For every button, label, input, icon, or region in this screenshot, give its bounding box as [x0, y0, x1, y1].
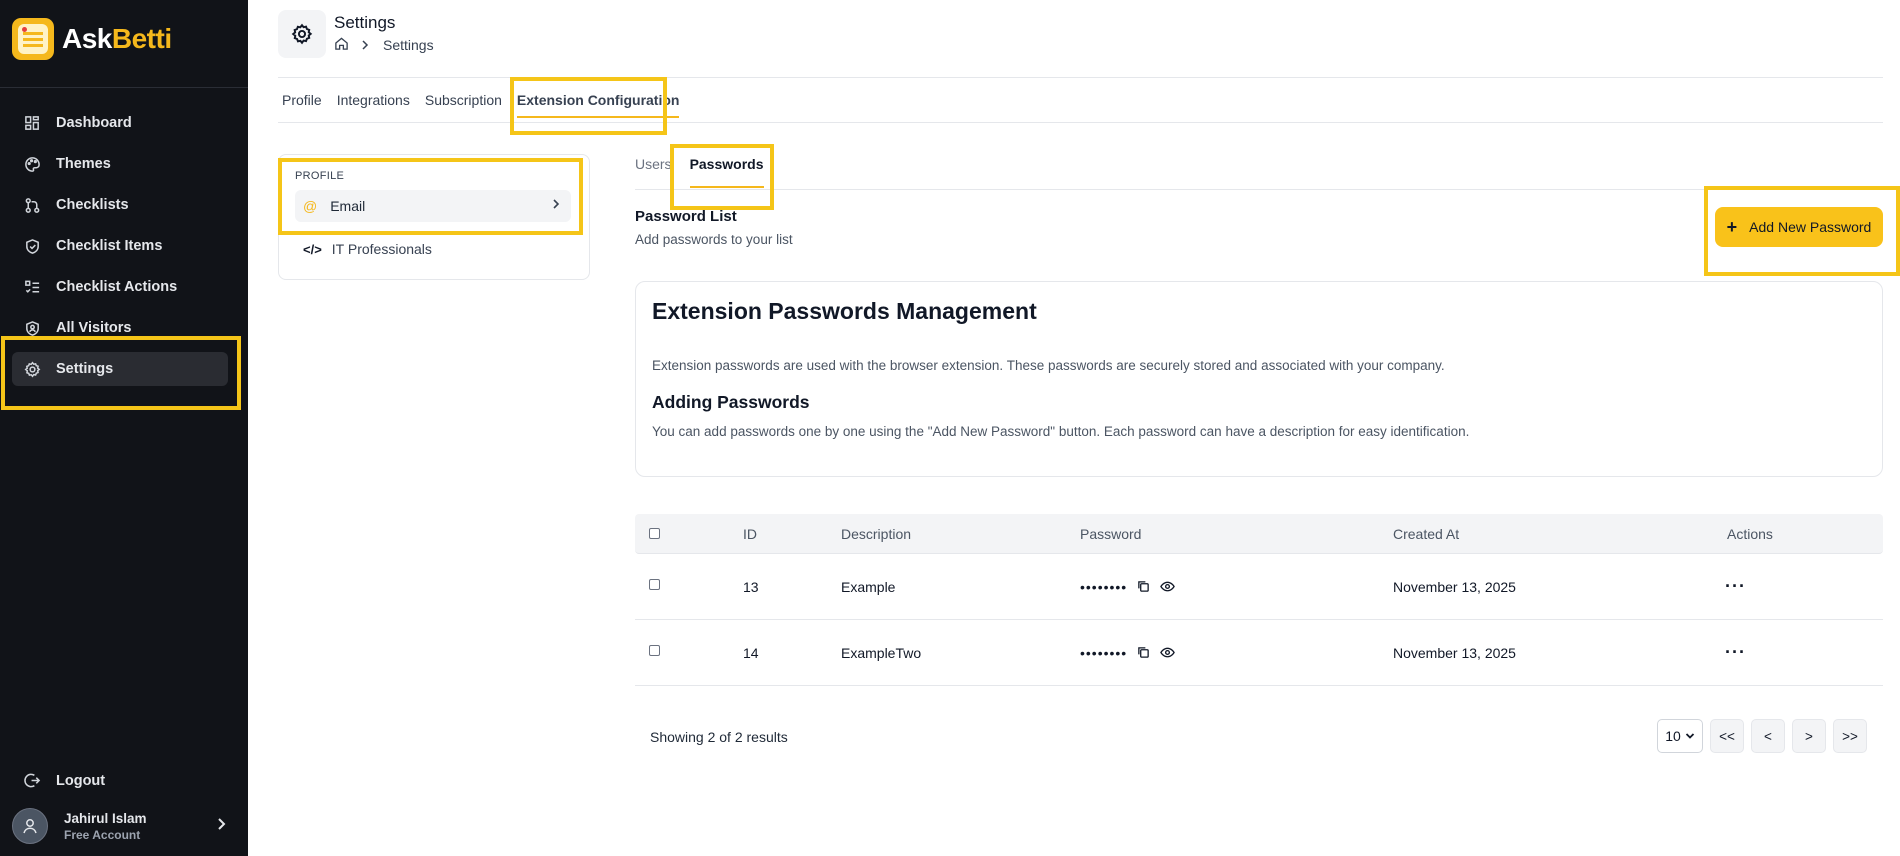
table-row: 14 ExampleTwo •••••••• November 13, 2025… [635, 620, 1883, 686]
breadcrumb-current: Settings [383, 37, 434, 53]
dashboard-icon [24, 115, 41, 132]
row-id: 14 [743, 644, 759, 661]
palette-icon [24, 156, 41, 173]
row-actions-menu[interactable]: ··· [1725, 576, 1746, 597]
main-content: Settings Settings Profile Integrations S… [248, 0, 1900, 856]
info-heading: Extension Passwords Management [652, 298, 1037, 324]
user-menu[interactable]: Jahirul Islam Free Account [12, 806, 236, 846]
profile-item-it-professionals[interactable]: </> IT Professionals [303, 241, 432, 257]
highlight-box-settings [1, 336, 241, 410]
last-page-button[interactable]: >> [1833, 719, 1867, 753]
gear-icon [291, 23, 313, 45]
chevron-right-icon[interactable] [214, 816, 228, 837]
prev-page-button[interactable]: < [1751, 719, 1785, 753]
subtabs-divider [635, 189, 1883, 190]
row-actions-menu[interactable]: ··· [1725, 642, 1746, 663]
page-size-select[interactable]: 10 [1657, 719, 1703, 753]
row-description: Example [841, 578, 896, 595]
row-checkbox[interactable] [649, 645, 660, 656]
sidebar-item-dashboard[interactable]: Dashboard [12, 106, 228, 140]
app-logo-icon [12, 18, 54, 60]
user-icon [23, 819, 37, 834]
row-created-at: November 13, 2025 [1393, 578, 1516, 595]
column-header-created-at: Created At [1393, 525, 1460, 542]
info-paragraph: You can add passwords one by one using t… [652, 424, 1470, 439]
logout-icon [24, 772, 41, 789]
settings-header-icon [278, 10, 326, 58]
user-name: Jahirul Islam [64, 810, 147, 826]
subtab-users[interactable]: Users [635, 156, 672, 188]
app-root: AskBetti Dashboard Themes Checklists Che… [0, 0, 1900, 856]
user-plan: Free Account [64, 827, 141, 842]
code-icon: </> [303, 241, 322, 257]
info-card: Extension Passwords Management Extension… [635, 281, 1883, 477]
sidebar-item-label: All Visitors [56, 320, 132, 336]
row-description: ExampleTwo [841, 644, 922, 661]
eye-icon[interactable] [1160, 580, 1176, 593]
row-password: •••••••• [1080, 644, 1176, 661]
table-row: 13 Example •••••••• November 13, 2025 ··… [635, 554, 1883, 620]
tab-integrations[interactable]: Integrations [337, 92, 410, 118]
info-subheading: Adding Passwords [652, 392, 810, 412]
avatar [12, 808, 48, 844]
info-paragraph: Extension passwords are used with the br… [652, 358, 1445, 373]
column-header-actions: Actions [1727, 525, 1773, 542]
column-header-id: ID [743, 525, 757, 542]
shield-user-icon [24, 320, 41, 337]
password-mask: •••••••• [1080, 644, 1128, 661]
sidebar-divider [0, 87, 248, 88]
sidebar-item-label: Themes [56, 156, 111, 172]
highlight-box-extension-tab [510, 77, 667, 135]
highlight-box-passwords-tab [670, 144, 774, 210]
profile-item-label: IT Professionals [331, 241, 432, 257]
shield-check-icon [24, 238, 41, 255]
column-header-description: Description [841, 525, 912, 542]
chevron-down-icon [1685, 733, 1694, 739]
next-page-button[interactable]: > [1792, 719, 1826, 753]
sidebar-item-checklist-items[interactable]: Checklist Items [12, 229, 228, 263]
eye-icon[interactable] [1160, 646, 1176, 659]
password-mask: •••••••• [1080, 578, 1128, 595]
sidebar-item-checklists[interactable]: Checklists [12, 188, 228, 222]
table-header: ID Description Password Created At Actio… [635, 514, 1883, 554]
breadcrumb: Settings [334, 36, 434, 54]
page-title: Settings [334, 13, 396, 32]
pagination: 10 << < > >> [1657, 719, 1874, 753]
password-list-title: Password List [635, 208, 737, 225]
sidebar-item-label: Checklists [56, 197, 129, 213]
passwords-table: ID Description Password Created At Actio… [635, 514, 1883, 686]
brand-logo[interactable]: AskBetti [12, 18, 172, 60]
logout-label: Logout [56, 772, 106, 789]
select-all-checkbox[interactable] [649, 528, 660, 539]
sidebar-item-label: Checklist Actions [56, 279, 178, 295]
brand-name: AskBetti [62, 23, 172, 54]
password-list-subtitle: Add passwords to your list [635, 232, 793, 247]
sidebar-item-themes[interactable]: Themes [12, 147, 228, 181]
home-icon[interactable] [334, 36, 349, 54]
page-size-value: 10 [1665, 728, 1681, 744]
first-page-button[interactable]: << [1710, 719, 1744, 753]
highlight-box-email [278, 158, 583, 235]
sidebar: AskBetti Dashboard Themes Checklists Che… [0, 0, 248, 856]
tab-subscription[interactable]: Subscription [425, 92, 502, 118]
chevron-right-icon [361, 37, 369, 53]
list-check-icon [24, 279, 41, 296]
sidebar-item-label: Checklist Items [56, 238, 163, 254]
row-checkbox[interactable] [649, 579, 660, 590]
copy-icon[interactable] [1137, 646, 1150, 659]
sidebar-item-checklist-actions[interactable]: Checklist Actions [12, 270, 228, 304]
row-id: 13 [743, 578, 759, 595]
tab-profile[interactable]: Profile [282, 92, 322, 118]
column-header-password: Password [1080, 525, 1142, 542]
row-created-at: November 13, 2025 [1393, 644, 1516, 661]
sidebar-item-label: Dashboard [56, 115, 132, 131]
highlight-box-add-button [1704, 186, 1900, 276]
logout-button[interactable]: Logout [24, 772, 105, 789]
row-password: •••••••• [1080, 578, 1176, 595]
git-branch-icon [24, 197, 41, 214]
pagination-summary: Showing 2 of 2 results [650, 729, 788, 745]
copy-icon[interactable] [1137, 580, 1150, 593]
